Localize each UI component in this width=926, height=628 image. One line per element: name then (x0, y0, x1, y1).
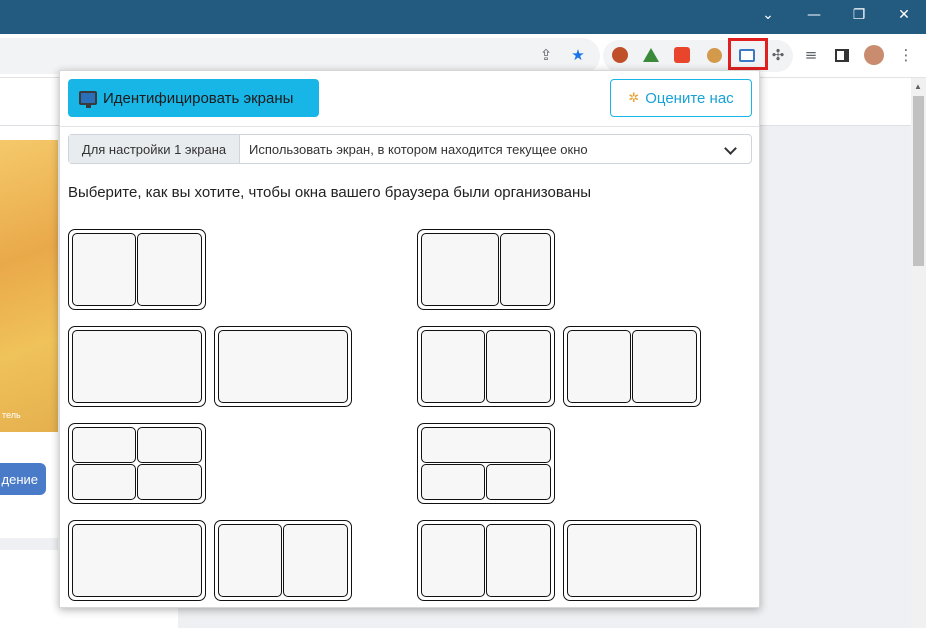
share-icon[interactable]: ⇪ (535, 44, 557, 66)
layout-option-4-grid[interactable] (68, 423, 206, 504)
page-background (759, 126, 911, 628)
layout-inner-frame (567, 330, 697, 403)
window-pane (421, 464, 485, 500)
monitor-icon (79, 91, 97, 108)
window-pane (137, 233, 202, 306)
puzzle-icon[interactable]: ✣ (767, 44, 789, 66)
extension-popup: Идентифицировать экраны ✲ Оцените нас Дл… (59, 70, 760, 608)
layout-option-2-columns-wide-left[interactable] (417, 229, 555, 310)
scroll-up-icon[interactable]: ▲ (914, 82, 922, 91)
layout-inner-frame (218, 330, 348, 403)
window-pane (72, 330, 202, 403)
window-pane (72, 464, 136, 500)
page-bottom-area (178, 608, 759, 628)
layout-option-top-and-2-bottom[interactable] (417, 423, 555, 504)
scrollbar-thumb[interactable] (913, 96, 924, 266)
window-pane (486, 330, 551, 403)
chevron-down-icon (724, 142, 737, 155)
address-bar[interactable] (0, 38, 600, 74)
layout-option-split-plus-full-screen-2[interactable] (563, 520, 701, 601)
extension-highlight-box (728, 38, 768, 70)
screen-select[interactable]: Для настройки 1 экрана Использовать экра… (68, 134, 752, 164)
sidepanel-icon[interactable] (831, 44, 853, 66)
window-pane (72, 427, 136, 463)
window-pane (421, 427, 551, 463)
layout-inner-frame (567, 524, 697, 597)
layout-inner-frame (72, 330, 202, 403)
screen-select-value[interactable]: Использовать экран, в котором находится … (240, 135, 751, 163)
page-button-label: дение (1, 471, 39, 487)
layout-inner-frame (72, 233, 202, 306)
close-button[interactable]: ✕ (882, 0, 926, 30)
layout-inner-frame (421, 524, 551, 597)
layout-inner-frame (421, 427, 551, 500)
instruction-text: Выберите, как вы хотите, чтобы окна ваше… (68, 184, 592, 201)
window-pane (137, 427, 202, 463)
header-divider (60, 126, 759, 127)
ext-icon-3[interactable] (671, 44, 693, 66)
restore-button[interactable]: ❐ (837, 0, 881, 30)
layout-option-2-columns[interactable] (68, 229, 206, 310)
layout-option-split-plus-full-screen-1[interactable] (417, 520, 555, 601)
layout-inner-frame (72, 427, 202, 500)
layout-option-2-columns-screen-2[interactable] (563, 326, 701, 407)
window-pane (486, 464, 551, 500)
page-strip (0, 538, 58, 550)
window-pane (500, 233, 551, 306)
rate-us-button[interactable]: ✲ Оцените нас (610, 79, 752, 117)
tab-search-chevron-icon[interactable]: ⌄ (746, 0, 790, 30)
cookie-icon[interactable] (703, 44, 725, 66)
window-pane (218, 330, 348, 403)
bookmark-star-icon[interactable]: ★ (567, 44, 589, 66)
window-pane (137, 464, 202, 500)
layout-inner-frame (218, 524, 348, 597)
identify-screens-label: Идентифицировать экраны (103, 89, 294, 107)
avatar[interactable] (863, 44, 885, 66)
layout-inner-frame (421, 233, 551, 306)
window-pane (72, 524, 202, 597)
layout-option-full-plus-split-screen-2[interactable] (214, 520, 352, 601)
media-icon[interactable]: ≡ (800, 44, 822, 66)
page-button[interactable]: дение (0, 463, 46, 495)
layout-option-2-columns-screen-1[interactable] (417, 326, 555, 407)
layout-option-full-screen-2[interactable] (214, 326, 352, 407)
window-pane (567, 330, 631, 403)
layout-inner-frame (421, 330, 551, 403)
layout-inner-frame (72, 524, 202, 597)
window-pane (421, 330, 485, 403)
rate-us-label: Оцените нас (645, 89, 734, 107)
window-pane (567, 524, 697, 597)
screen-select-value-text: Использовать экран, в котором находится … (249, 141, 588, 157)
window-pane (72, 233, 136, 306)
ext-icon-2[interactable] (640, 44, 662, 66)
page-banner-image: тель (0, 140, 58, 432)
window-pane (486, 524, 551, 597)
layout-option-full-screen-1[interactable] (68, 326, 206, 407)
window-pane (421, 524, 485, 597)
layout-option-full-plus-split-screen-1[interactable] (68, 520, 206, 601)
window-pane (283, 524, 348, 597)
window-pane (421, 233, 499, 306)
window-pane (218, 524, 282, 597)
rating-icon: ✲ (628, 90, 640, 106)
minimize-button[interactable]: — (792, 0, 836, 30)
menu-icon[interactable]: ⋮ (895, 44, 917, 66)
identify-screens-button[interactable]: Идентифицировать экраны (68, 79, 319, 117)
window-pane (632, 330, 697, 403)
ext-icon-1[interactable] (609, 44, 631, 66)
banner-text: тель (2, 410, 21, 420)
screen-select-label: Для настройки 1 экрана (69, 135, 240, 163)
